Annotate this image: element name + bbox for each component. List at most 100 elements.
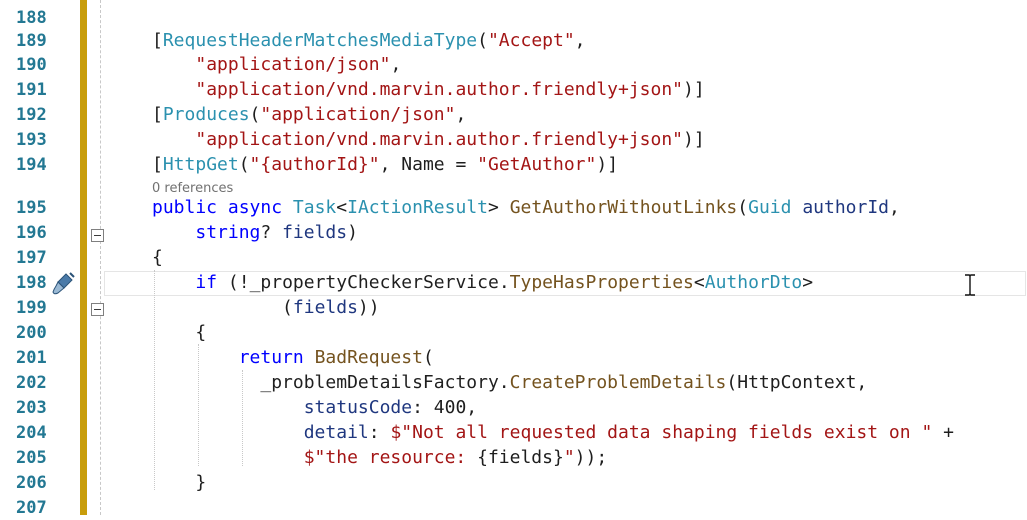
code-line[interactable]: 198 if (!_propertyCheckerService.TypeHas… xyxy=(0,271,1027,295)
code-token: > xyxy=(802,272,814,293)
code-line[interactable]: 199 (fields)) xyxy=(0,296,1027,320)
code-token: } xyxy=(152,472,207,493)
code-line[interactable]: 205 $"the resource: {fields}")); xyxy=(0,446,1027,470)
code-token: "GetAuthor" xyxy=(477,154,597,175)
code-token: ( xyxy=(477,30,488,51)
code-line[interactable]: 197 { xyxy=(0,246,1027,270)
code-token: < xyxy=(693,272,705,293)
code-line[interactable]: 193 "application/vnd.marvin.author.frien… xyxy=(0,128,1027,152)
code-line[interactable]: 204 detail: $"Not all requested data sha… xyxy=(0,421,1027,445)
line-number: 206 xyxy=(16,473,47,493)
code-text[interactable]: $"the resource: {fields}")); xyxy=(152,446,607,470)
line-number: 188 xyxy=(16,8,47,28)
code-line[interactable]: 194 [HttpGet("{authorId}", Name = "GetAut… xyxy=(0,153,1027,177)
code-line[interactable]: 201 return BadRequest( xyxy=(0,346,1027,370)
code-text[interactable]: detail: $"Not all requested data shaping… xyxy=(152,421,954,445)
code-token: authorId xyxy=(802,197,890,218)
code-token: string xyxy=(195,222,261,243)
code-line[interactable]: 196 string? fields) xyxy=(0,221,1027,245)
code-token: . xyxy=(498,272,510,293)
code-token: AuthorDto xyxy=(704,272,803,293)
line-number: 189 xyxy=(16,31,47,51)
code-text[interactable]: "application/vnd.marvin.author.friendly+… xyxy=(152,78,704,102)
line-number: 194 xyxy=(16,155,47,175)
code-line[interactable]: 200 { xyxy=(0,321,1027,345)
code-token: , xyxy=(390,54,402,75)
line-number: 196 xyxy=(16,223,47,243)
codelens-references[interactable]: 0 references xyxy=(152,181,233,197)
line-number: 197 xyxy=(16,248,47,268)
code-line[interactable]: 190 "application/json", xyxy=(0,53,1027,77)
code-token: statusCode xyxy=(303,397,413,418)
code-token: + xyxy=(932,422,954,443)
code-text[interactable]: [RequestHeaderMatchesMediaType("Accept", xyxy=(152,29,586,53)
code-text[interactable]: return BadRequest( xyxy=(152,346,434,370)
code-text[interactable]: if (!_propertyCheckerService.TypeHasProp… xyxy=(152,271,813,295)
code-token: { xyxy=(152,247,163,268)
line-number: 207 xyxy=(16,498,47,518)
code-token: "Accept" xyxy=(487,30,575,51)
code-text[interactable]: (fields)) xyxy=(152,296,380,320)
code-token: "application/vnd.marvin.author.friendly+… xyxy=(195,79,684,100)
code-token: Guid xyxy=(748,197,792,218)
code-text[interactable]: "application/vnd.marvin.author.friendly+… xyxy=(152,128,705,152)
code-token: > xyxy=(488,197,510,218)
code-token: [ xyxy=(152,104,163,125)
code-line[interactable]: 203 statusCode: 400, xyxy=(0,396,1027,420)
code-text[interactable]: { xyxy=(152,246,163,270)
code-line[interactable]: 188 xyxy=(0,6,1027,30)
code-editor[interactable]: 0 references 188 189 [RequestHeaderMatches… xyxy=(0,0,1027,518)
code-token: ( xyxy=(422,347,434,368)
code-token: )); xyxy=(574,447,608,468)
code-token: " xyxy=(563,447,575,468)
code-token: ? xyxy=(260,222,283,243)
code-text[interactable]: [Produces("application/json", xyxy=(152,103,466,127)
code-text[interactable]: "application/json", xyxy=(152,53,401,77)
line-number: 195 xyxy=(16,198,47,218)
code-token: "{authorId}" xyxy=(249,154,380,175)
code-token: "application/vnd.marvin.author.friendly+… xyxy=(195,129,684,150)
code-text[interactable]: { xyxy=(152,321,206,345)
code-token: detail xyxy=(303,422,369,443)
line-number: 203 xyxy=(16,398,47,418)
code-text[interactable]: [HttpGet("{authorId}", Name = "GetAuthor… xyxy=(152,153,618,177)
code-line[interactable]: 206 } xyxy=(0,471,1027,495)
code-line[interactable]: 191 "application/vnd.marvin.author.frien… xyxy=(0,78,1027,102)
code-token: [ xyxy=(152,154,163,175)
code-token: $"the resource: xyxy=(303,447,478,468)
code-text[interactable]: _problemDetailsFactory.CreateProblemDeta… xyxy=(152,371,867,395)
code-token: (! xyxy=(217,272,250,293)
quick-actions-brush-icon[interactable] xyxy=(50,270,76,296)
code-text[interactable]: public async Task<IActionResult> GetAuth… xyxy=(152,196,900,220)
code-line[interactable]: 189 [RequestHeaderMatchesMediaType("Accep… xyxy=(0,29,1027,53)
line-number: 202 xyxy=(16,373,47,393)
code-text[interactable]: statusCode: 400, xyxy=(152,396,477,420)
code-token: RequestHeaderMatchesMediaType xyxy=(162,30,478,51)
line-number: 192 xyxy=(16,105,47,125)
code-token: { xyxy=(152,322,207,343)
code-line[interactable]: 207 xyxy=(0,496,1027,520)
code-token: Produces xyxy=(162,104,250,125)
code-token: if xyxy=(195,272,218,293)
code-token: IActionResult xyxy=(347,197,488,218)
code-line[interactable]: 202 _problemDetailsFactory.CreateProblem… xyxy=(0,371,1027,395)
code-text[interactable]: string? fields) xyxy=(152,221,358,245)
code-text[interactable]: } xyxy=(152,471,206,495)
code-line[interactable]: 192 [Produces("application/json", xyxy=(0,103,1027,127)
code-token: )] xyxy=(683,129,705,150)
code-token: public xyxy=(152,197,218,218)
code-token: ( xyxy=(152,297,293,318)
code-token: . xyxy=(498,372,510,393)
code-token: fields xyxy=(282,222,348,243)
code-token: ( xyxy=(737,197,749,218)
code-token: : xyxy=(368,422,391,443)
code-line[interactable]: 195 public async Task<IActionResult> GetA… xyxy=(0,196,1027,220)
